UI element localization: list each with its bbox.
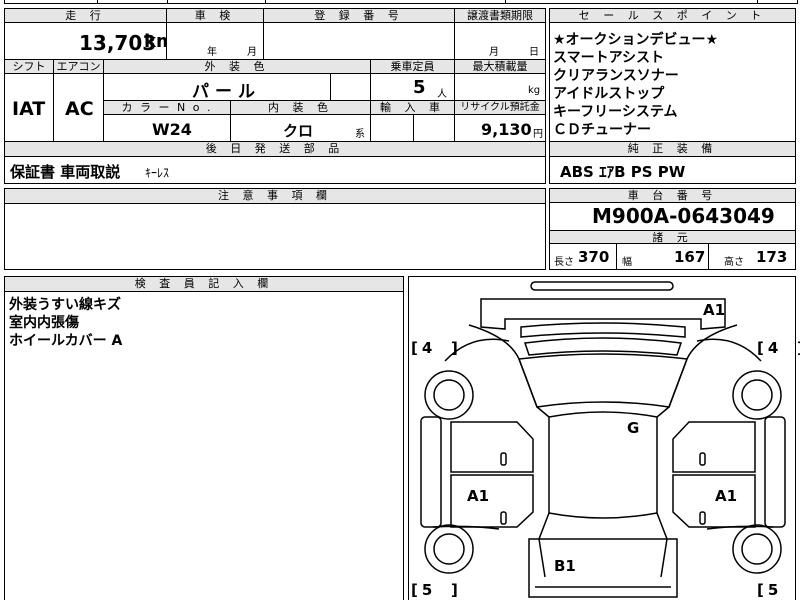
exterior-color-value: パール: [192, 82, 261, 102]
tire-rear-left-bracket: ]: [451, 581, 458, 599]
genuine-equipment-value: ABS ｴｱB PS PW: [560, 163, 686, 181]
inspector-note-1: 外装うすい線キズ: [9, 297, 121, 313]
later-parts-panel: 後 日 発 送 部 品 保証書 車両取説 ｷｰﾚｽ: [4, 141, 546, 184]
shift-header: シフト: [5, 60, 53, 74]
top-strip: [4, 0, 798, 4]
registration-header: 登 録 番 号: [264, 9, 454, 23]
mark-rear: B1: [554, 557, 576, 575]
genuine-equipment-panel: 純 正 装 備 ABS ｴｱB PS PW: [549, 141, 796, 184]
height-value: 173: [756, 248, 788, 266]
inspector-note-3: ホイールカバー A: [9, 333, 123, 349]
specs-header: 諸 元: [550, 231, 795, 244]
aircon-cell: エアコン AC: [53, 59, 104, 142]
tire-front-left-value: 4: [421, 339, 437, 357]
transfer-month: 月: [489, 47, 499, 58]
inspector-notes-panel: 検 査 員 記 入 欄 外装うすい線キズ 室内内張傷 ホイールカバー A: [4, 276, 404, 600]
tire-rear-left: [5: [411, 581, 437, 599]
aircon-header: エアコン: [54, 60, 103, 74]
tire-front-left-bracket: ]: [451, 339, 458, 357]
inspection-header: 車 検: [167, 9, 263, 23]
chassis-panel: 車 台 番 号 M900A-0643049 諸 元 長さ 370 幅 167 高…: [549, 188, 796, 270]
later-parts-header: 後 日 発 送 部 品: [5, 142, 545, 157]
capacity-unit: 人: [437, 89, 447, 100]
mark-right-side: A1: [715, 487, 738, 505]
import-cell: 輸 入 車: [370, 100, 455, 142]
shift-cell: シフト IAT: [4, 59, 54, 142]
width-value: 167: [674, 248, 706, 266]
sales-point-1: ★オークションデビュー★: [553, 32, 719, 48]
capacity-cell: 乗車定員 5 人: [370, 59, 455, 101]
color-no-cell: カ ラ ー N o . W24: [103, 100, 231, 142]
color-no-header: カ ラ ー N o .: [104, 101, 230, 115]
later-parts-value: 保証書 車両取説: [10, 163, 121, 181]
import-header: 輸 入 車: [371, 101, 454, 115]
chassis-no-header: 車 台 番 号: [550, 189, 795, 203]
inspector-notes-header: 検 査 員 記 入 欄: [5, 277, 403, 292]
sales-point-4: アイドルストップ: [553, 86, 665, 102]
inspection-month: 月: [247, 47, 257, 58]
recycle-fee-header: リサイクル預託金: [455, 101, 545, 115]
capacity-value: 5: [413, 77, 426, 98]
tire-rear-left-value: 5: [421, 581, 437, 599]
tire-front-right: [4: [757, 339, 783, 357]
mark-roof: G: [627, 419, 640, 437]
sales-point-3: クリアランスソナー: [553, 68, 679, 84]
length-value: 370: [578, 248, 610, 266]
tire-rear-right-value: 5: [767, 581, 783, 599]
genuine-equipment-header: 純 正 装 備: [550, 142, 795, 157]
inspection-cell: 車 検 年 月: [166, 8, 264, 60]
vehicle-diagram-panel: [4 ] [4 ] [5 ] [5 A1 G A1 A1 B1: [408, 276, 800, 600]
inspection-year: 年: [207, 47, 217, 58]
sales-point-2: スマートアシスト: [553, 50, 665, 66]
max-load-unit: kg: [528, 85, 541, 96]
interior-color-value: クロ: [283, 122, 314, 140]
shift-value: IAT: [12, 98, 46, 120]
mark-front-right: A1: [703, 301, 726, 319]
height-label: 高さ: [724, 257, 744, 268]
exterior-color-cell: 外 装 色 パール: [103, 59, 371, 102]
sales-points-panel: セ ー ル ス ポ イ ン ト ★オークションデビュー★ スマートアシスト クリ…: [549, 8, 796, 142]
tire-front-left: [4: [411, 339, 437, 357]
tire-rear-right: [5: [757, 581, 783, 599]
transfer-deadline-header: 譲渡書類期限: [455, 9, 545, 23]
chassis-no-value: M900A-0643049: [592, 204, 775, 228]
mileage-cell: 走 行 13,703 km: [4, 8, 175, 60]
vehicle-diagram: [420, 281, 786, 598]
color-no-value: W24: [152, 120, 192, 139]
recycle-fee-cell: リサイクル預託金 9,130 円: [454, 100, 546, 142]
aircon-value: AC: [65, 98, 94, 120]
capacity-header: 乗車定員: [371, 60, 454, 74]
tire-front-right-value: 4: [767, 339, 783, 357]
recycle-fee-unit: 円: [533, 129, 543, 140]
inspector-note-2: 室内内張傷: [9, 315, 79, 331]
sales-points-header: セ ー ル ス ポ イ ン ト: [550, 9, 795, 23]
interior-color-cell: 内 装 色 クロ 系: [230, 100, 371, 142]
width-label: 幅: [622, 257, 632, 268]
interior-color-header: 内 装 色: [231, 101, 370, 115]
notes-panel: 注 意 事 項 欄: [4, 188, 546, 270]
sales-point-6: ＣＤチューナー: [553, 122, 651, 138]
max-load-cell: 最大積載量 kg: [454, 59, 546, 101]
registration-cell: 登 録 番 号: [263, 8, 455, 60]
transfer-deadline-cell: 譲渡書類期限 月 日: [454, 8, 546, 60]
mileage-header: 走 行: [5, 9, 166, 23]
recycle-fee-value: 9,130: [481, 120, 532, 139]
mark-left-side: A1: [467, 487, 490, 505]
sales-point-5: キーフリーシステム: [553, 104, 678, 120]
exterior-color-header: 外 装 色: [104, 60, 370, 74]
max-load-header: 最大積載量: [455, 60, 545, 74]
length-label: 長さ: [554, 257, 574, 268]
transfer-day: 日: [529, 47, 539, 58]
notes-header: 注 意 事 項 欄: [5, 189, 545, 204]
later-parts-extra: ｷｰﾚｽ: [145, 166, 170, 180]
interior-color-suffix: 系: [355, 129, 365, 140]
